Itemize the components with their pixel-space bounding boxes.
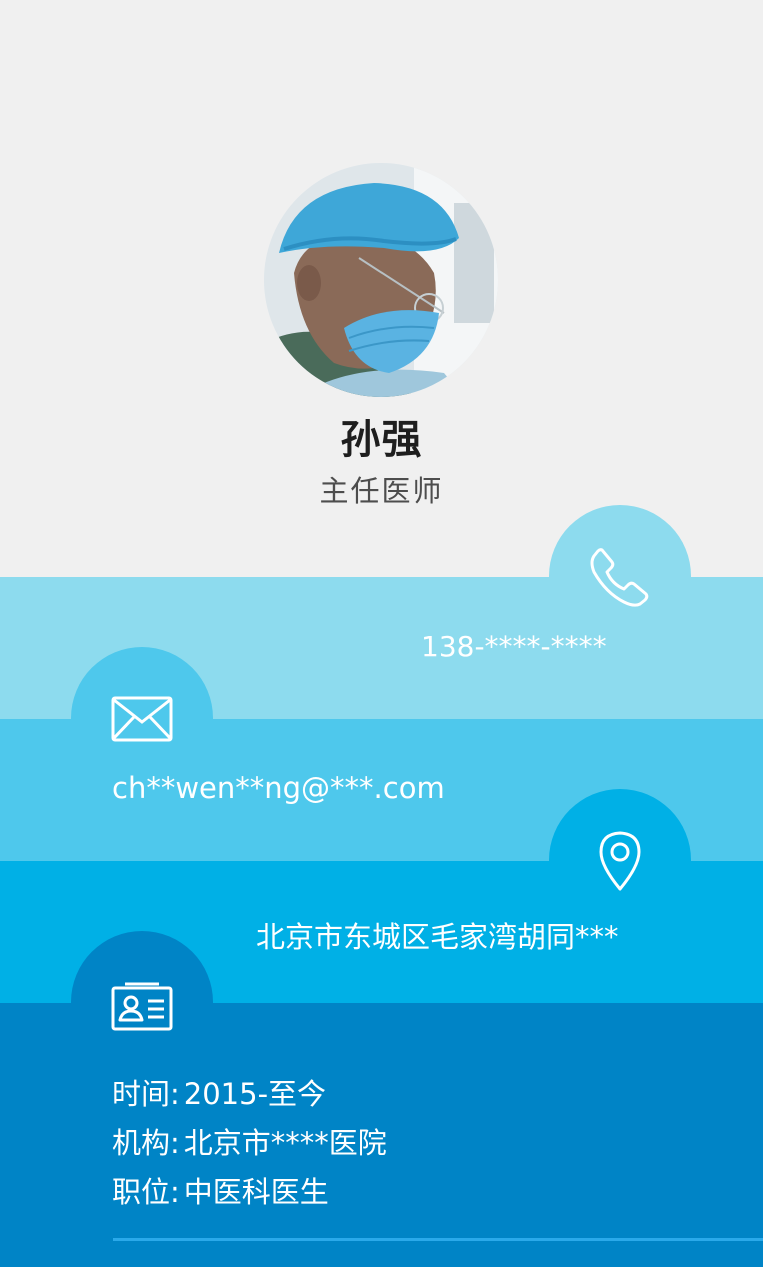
work-position-label: 职位:	[112, 1175, 180, 1209]
phone-icon[interactable]	[588, 544, 652, 608]
divider	[113, 1238, 763, 1241]
doctor-title: 主任医师	[319, 474, 444, 508]
avatar	[264, 163, 498, 397]
doctor-name: 孙强	[340, 417, 423, 463]
email-address[interactable]: ch**wen**ng@***.com	[112, 771, 445, 805]
phone-number[interactable]: 138-****-****	[421, 630, 607, 663]
address-text[interactable]: 北京市东城区毛家湾胡同***	[256, 914, 619, 956]
work-org-label: 机构:	[112, 1126, 180, 1160]
work-org-value: 北京市****医院	[183, 1126, 387, 1160]
envelope-icon[interactable]	[111, 696, 173, 742]
work-position-value: 中医科医生	[183, 1175, 329, 1209]
work-time-value: 2015-至今	[183, 1077, 327, 1111]
work-org-row: 机构: 北京市****医院	[112, 1120, 387, 1162]
id-card-icon	[111, 981, 173, 1031]
work-time-row: 时间: 2015-至今	[112, 1071, 326, 1113]
location-pin-icon[interactable]	[597, 830, 643, 892]
work-position-row: 职位: 中医科医生	[112, 1169, 329, 1211]
work-time-label: 时间:	[112, 1077, 180, 1111]
